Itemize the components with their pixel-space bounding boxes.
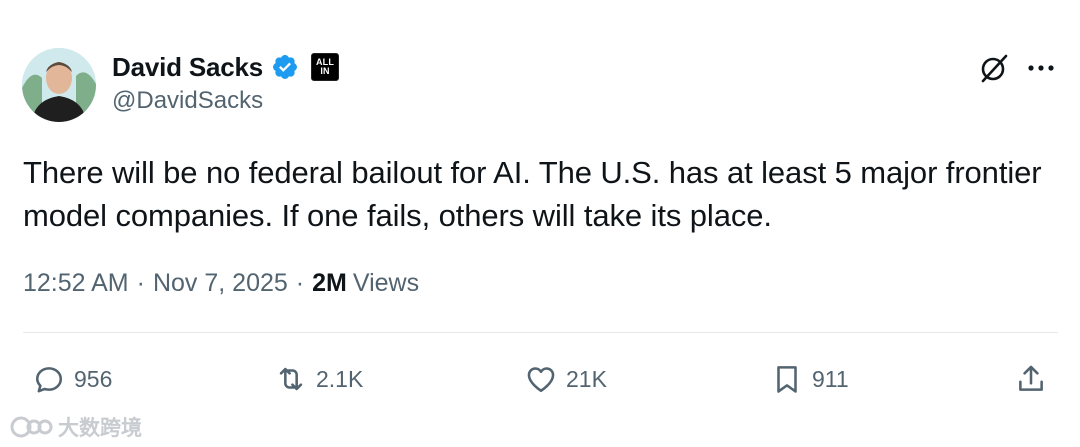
tweet-time[interactable]: 12:52 AM xyxy=(23,269,129,298)
divider xyxy=(23,332,1058,333)
reply-count: 956 xyxy=(74,365,113,392)
views-count[interactable]: 2M xyxy=(312,269,347,298)
author-display-name[interactable]: David Sacks xyxy=(112,52,263,83)
author-name-row: David Sacks ALL IN xyxy=(112,50,340,84)
watermark-text: 大数跨境 xyxy=(58,417,142,440)
like-count: 21K xyxy=(566,365,607,392)
bookmark-icon xyxy=(777,366,797,393)
like-button[interactable]: 21K xyxy=(524,360,607,398)
heart-icon xyxy=(527,367,555,393)
affiliate-badge-line2: IN xyxy=(320,66,330,76)
tweet-text: There will be no federal bailout for AI.… xyxy=(23,155,1042,233)
retweet-icon xyxy=(279,367,303,391)
avatar-image xyxy=(22,48,96,122)
more-icon[interactable] xyxy=(1026,58,1056,78)
tweet-date[interactable]: Nov 7, 2025 xyxy=(153,269,288,298)
author-avatar[interactable] xyxy=(22,48,96,122)
bookmark-count: 911 xyxy=(812,365,849,392)
affiliate-badge-icon[interactable]: ALL IN xyxy=(311,53,340,81)
reply-icon xyxy=(35,367,63,393)
verified-badge-icon[interactable] xyxy=(271,53,299,81)
meta-separator: · xyxy=(136,269,145,297)
author-handle[interactable]: @DavidSacks xyxy=(112,87,263,115)
share-button[interactable] xyxy=(1014,360,1048,398)
retweet-count: 2.1K xyxy=(316,365,364,392)
watermark: 大数跨境 xyxy=(8,412,142,442)
views-label[interactable]: Views xyxy=(353,269,419,298)
grok-icon[interactable] xyxy=(978,52,1010,84)
meta-separator: · xyxy=(295,269,305,297)
retweet-button[interactable]: 2.1K xyxy=(274,360,363,398)
tweet-meta: 12:52 AM · Nov 7, 2025 · 2M Views xyxy=(23,269,419,298)
share-icon xyxy=(1019,365,1043,391)
reply-button[interactable]: 956 xyxy=(32,360,112,398)
bookmark-button[interactable]: 911 xyxy=(770,360,849,398)
watermark-logo-icon xyxy=(10,416,53,438)
